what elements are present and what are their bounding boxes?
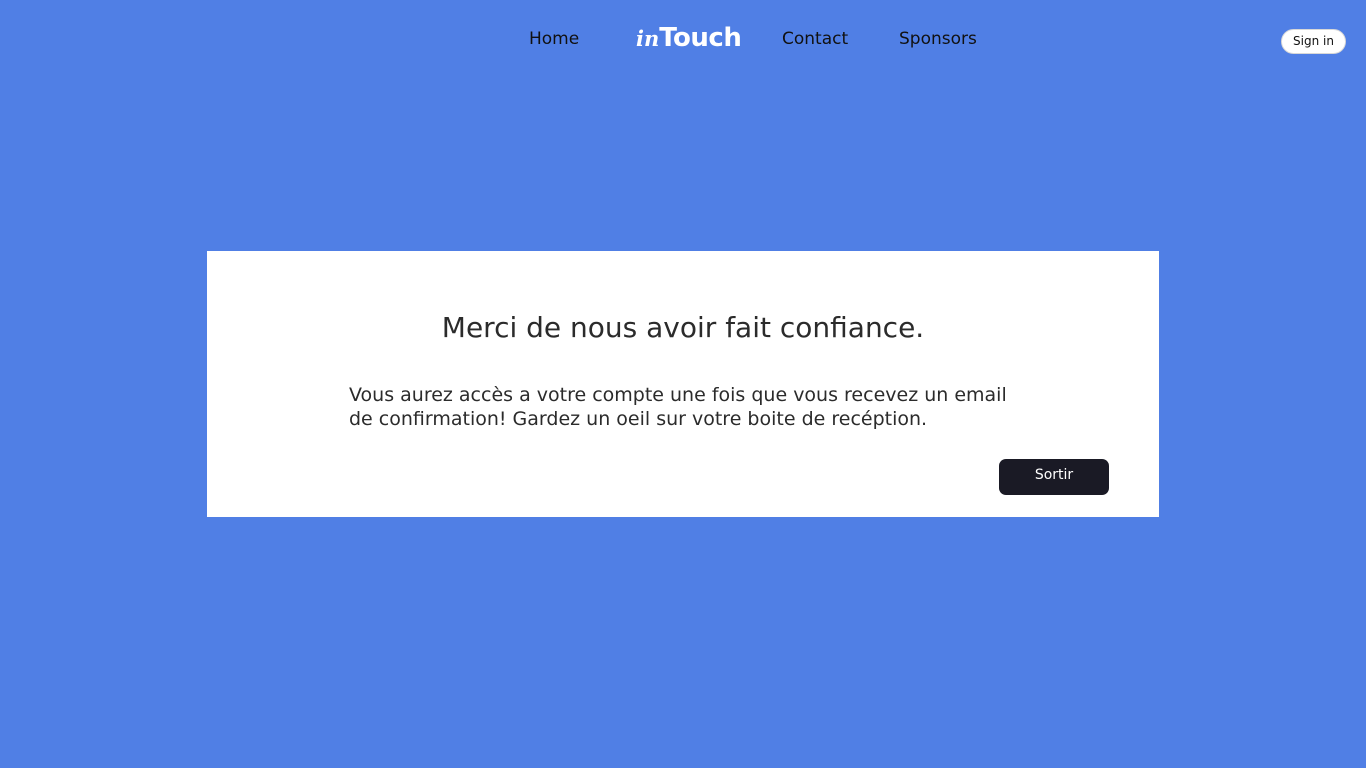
sign-in-button[interactable]: Sign in xyxy=(1281,29,1346,54)
nav-link-home[interactable]: Home xyxy=(529,28,579,50)
logo-in-text: in xyxy=(636,26,660,51)
exit-button[interactable]: Sortir xyxy=(999,459,1109,495)
confirmation-card: Merci de nous avoir fait confiance. Vous… xyxy=(207,251,1159,517)
nav-link-contact[interactable]: Contact xyxy=(782,28,848,50)
nav-link-sponsors[interactable]: Sponsors xyxy=(899,28,977,50)
confirmation-title: Merci de nous avoir fait confiance. xyxy=(441,311,925,344)
intouch-logo[interactable]: in Touch xyxy=(636,20,742,56)
confirmation-message: Vous aurez accès a votre compte une fois… xyxy=(349,384,1007,430)
logo-touch-text: Touch xyxy=(659,23,742,53)
